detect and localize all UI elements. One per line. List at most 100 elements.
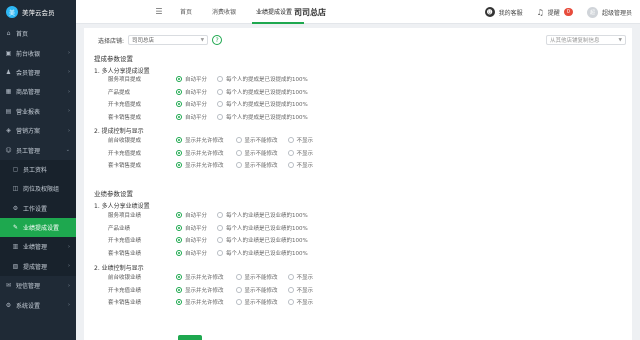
avatar[interactable]: 超 bbox=[586, 6, 598, 18]
radio-option[interactable]: 每个人的业绩是已设业绩的100% bbox=[217, 224, 308, 232]
save-button[interactable] bbox=[178, 335, 202, 340]
radio-option[interactable]: 自动平分 bbox=[176, 224, 207, 232]
radio-button[interactable] bbox=[287, 274, 294, 280]
radio-option[interactable]: 显示不能修改 bbox=[235, 286, 278, 294]
radio-option[interactable]: 显示并允许修改 bbox=[176, 136, 224, 144]
radio-option[interactable]: 不显示 bbox=[287, 298, 313, 306]
sidebar-item-label: 营销方案 bbox=[16, 128, 41, 136]
sidebar-item[interactable]: ⚙ 系统设置 › bbox=[0, 295, 76, 314]
sidebar-item[interactable]: ✉ 短信管理 › bbox=[0, 276, 76, 295]
radio-button[interactable] bbox=[217, 101, 224, 107]
radio-button[interactable] bbox=[235, 162, 242, 168]
radio-option[interactable]: 显示不能修改 bbox=[235, 273, 278, 281]
radio-button[interactable] bbox=[176, 237, 182, 243]
sidebar-item[interactable]: ☺ 员工管理 ⌄ bbox=[0, 140, 76, 159]
sidebar-item[interactable]: ⌂ 首页 bbox=[0, 24, 76, 43]
sidebar-item[interactable]: ▣ 前台收银 › bbox=[0, 43, 76, 62]
radio-option[interactable]: 每个人的业绩是已设业绩的100% bbox=[217, 249, 308, 257]
radio-option[interactable]: 显示并允许修改 bbox=[176, 161, 224, 169]
radio-option[interactable]: 显示并允许修改 bbox=[176, 273, 224, 281]
radio-button[interactable] bbox=[217, 224, 224, 231]
radio-button[interactable] bbox=[176, 286, 182, 293]
radio-button[interactable] bbox=[287, 149, 294, 156]
sidebar-item[interactable]: ◈ 营销方案 › bbox=[0, 121, 76, 140]
radio-option[interactable]: 显示不能修改 bbox=[235, 298, 278, 306]
radio-button[interactable] bbox=[176, 212, 182, 218]
radio-button[interactable] bbox=[235, 137, 242, 143]
sidebar-item[interactable]: ▦ 商品管理 › bbox=[0, 82, 76, 101]
radio-button[interactable] bbox=[235, 274, 242, 280]
radio-option[interactable]: 自动平分 bbox=[176, 211, 207, 219]
radio-button[interactable] bbox=[176, 274, 182, 280]
tab[interactable]: 消费收银 bbox=[202, 0, 246, 24]
radio-button[interactable] bbox=[217, 212, 224, 218]
radio-option[interactable]: 不显示 bbox=[287, 149, 313, 157]
sidebar-item[interactable]: ✎ 业绩提成设置 bbox=[0, 217, 76, 238]
sidebar-item[interactable]: ▧ 提成管理 › bbox=[0, 256, 76, 277]
radio-option[interactable]: 自动平分 bbox=[176, 113, 207, 121]
radio-button[interactable] bbox=[287, 286, 294, 293]
radio-button[interactable] bbox=[176, 224, 182, 231]
radio-option[interactable]: 显示不能修改 bbox=[235, 149, 278, 157]
sidebar-item[interactable]: ⚙ 工作设置 bbox=[0, 198, 76, 218]
radio-button[interactable] bbox=[176, 76, 182, 82]
radio-button[interactable] bbox=[217, 88, 224, 95]
radio-option[interactable]: 每个人的提成是已设提成的100% bbox=[217, 113, 308, 121]
radio-button[interactable] bbox=[217, 76, 224, 82]
radio-option[interactable]: 自动平分 bbox=[176, 249, 207, 257]
bell-icon[interactable]: ♫ bbox=[537, 8, 544, 17]
radio-option[interactable]: 不显示 bbox=[287, 161, 313, 169]
customer-service-icon[interactable]: ☻ bbox=[484, 7, 495, 17]
radio-button[interactable] bbox=[287, 137, 294, 143]
radio-option[interactable]: 不显示 bbox=[287, 273, 313, 281]
radio-option[interactable]: 显示不能修改 bbox=[235, 136, 278, 144]
radio-option[interactable]: 自动平分 bbox=[176, 100, 207, 108]
radio-button[interactable] bbox=[176, 113, 182, 120]
radio-option[interactable]: 显示不能修改 bbox=[235, 161, 278, 169]
radio-option[interactable]: 自动平分 bbox=[176, 75, 207, 83]
sidebar-item[interactable]: ▤ 营业报表 › bbox=[0, 102, 76, 121]
radio-button[interactable] bbox=[176, 101, 182, 107]
customer-service-link[interactable]: 我的客服 bbox=[499, 8, 523, 17]
user-name[interactable]: 超级管理员 bbox=[602, 8, 632, 17]
radio-button[interactable] bbox=[217, 237, 224, 243]
radio-option[interactable]: 显示并允许修改 bbox=[176, 286, 224, 294]
radio-button[interactable] bbox=[235, 286, 242, 293]
radio-option[interactable]: 显示并允许修改 bbox=[176, 149, 224, 157]
sidebar-item[interactable]: ◫ 岗位及权限组 bbox=[0, 179, 76, 199]
copy-from-store-select[interactable]: 从其他店铺复制信息 ▼ bbox=[546, 35, 626, 45]
radio-option[interactable]: 自动平分 bbox=[176, 236, 207, 244]
brand[interactable]: 美 美萍云会员 bbox=[0, 0, 76, 24]
radio-button[interactable] bbox=[287, 299, 294, 305]
radio-button[interactable] bbox=[235, 299, 242, 305]
radio-option[interactable]: 每个人的业绩是已设业绩的100% bbox=[217, 211, 308, 219]
menu-toggle-icon[interactable]: ☰ bbox=[148, 7, 170, 16]
sidebar-item[interactable]: ▥ 业绩管理 › bbox=[0, 237, 76, 257]
radio-option[interactable]: 不显示 bbox=[287, 136, 313, 144]
store-select[interactable]: 司司总店 ▼ bbox=[128, 35, 209, 45]
radio-button[interactable] bbox=[176, 249, 182, 256]
radio-option[interactable]: 每个人的提成是已设提成的100% bbox=[217, 100, 308, 108]
radio-option[interactable]: 不显示 bbox=[287, 286, 313, 294]
radio-option[interactable]: 每个人的业绩是已设业绩的100% bbox=[217, 236, 308, 244]
radio-button[interactable] bbox=[176, 162, 182, 168]
radio-button[interactable] bbox=[176, 88, 182, 95]
radio-option[interactable]: 显示并允许修改 bbox=[176, 298, 224, 306]
help-icon[interactable]: ? bbox=[212, 35, 223, 45]
tab[interactable]: 首页 bbox=[170, 0, 202, 24]
radio-button[interactable] bbox=[287, 162, 294, 168]
radio-button[interactable] bbox=[176, 149, 182, 156]
sidebar-item[interactable]: ♟ 会员管理 › bbox=[0, 63, 76, 82]
radio-button[interactable] bbox=[235, 149, 242, 156]
setting-label: 产品提成 bbox=[108, 89, 131, 96]
radio-button[interactable] bbox=[217, 249, 224, 256]
sidebar-item[interactable]: ▢ 员工资料 bbox=[0, 159, 76, 180]
radio-option[interactable]: 自动平分 bbox=[176, 88, 207, 96]
radio-option[interactable]: 每个人的提成是已设提成的100% bbox=[217, 75, 308, 83]
radio-button[interactable] bbox=[176, 137, 182, 143]
radio-button[interactable] bbox=[217, 113, 224, 120]
radio-button[interactable] bbox=[176, 299, 182, 305]
radio-option[interactable]: 每个人的提成是已设提成的100% bbox=[217, 88, 308, 96]
reminder-link[interactable]: 提醒 bbox=[548, 8, 560, 17]
setting-row: 开卡充值业绩 显示并允许修改 显示不能修改 不显示 bbox=[108, 285, 323, 295]
